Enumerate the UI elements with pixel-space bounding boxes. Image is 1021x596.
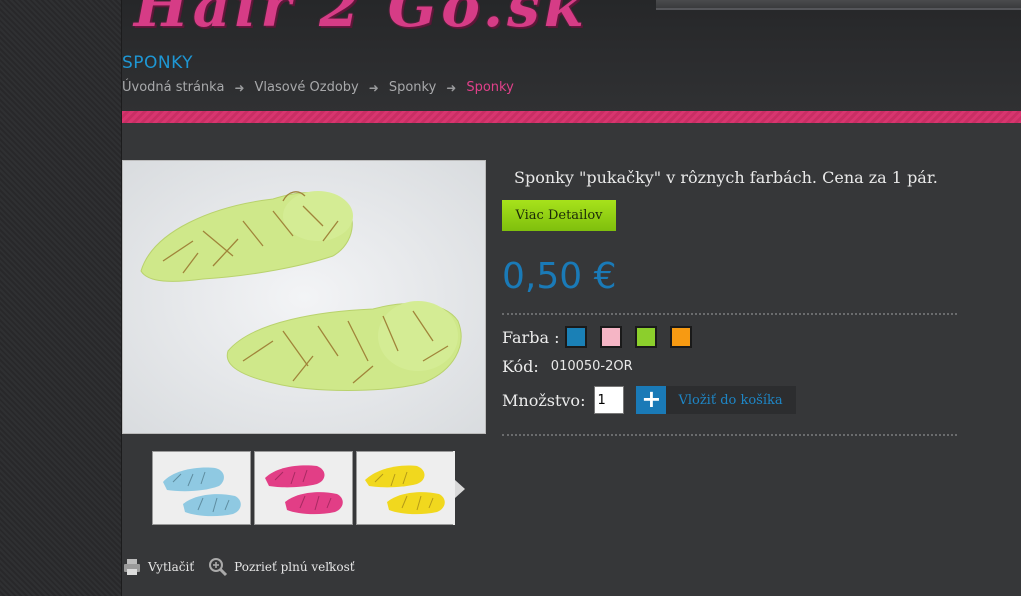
breadcrumb-arrow-icon: ➜ [234,80,245,95]
top-navigation-bar [656,0,1021,10]
page-title: SPONKY [122,53,194,73]
breadcrumb-home[interactable]: Úvodná stránka [122,80,224,95]
yellow-hairclip-image [357,452,454,524]
color-swatch-pink[interactable] [600,326,623,348]
image-actions: Vytlačiť Pozrieť plnú veľkosť [122,557,355,577]
view-full-size-button[interactable]: Pozrieť plnú veľkosť [208,557,355,577]
color-swatches [565,326,693,348]
color-swatch-orange[interactable] [670,326,693,348]
product-price: 0,50 € [502,256,617,297]
add-to-cart-button[interactable]: + Vložiť do košíka [636,386,796,414]
chevron-right-icon[interactable] [455,480,465,498]
left-background [0,0,122,596]
breadcrumb-arrow-icon: ➜ [368,80,379,95]
site-logo[interactable]: Hair 2 Go.sk [134,0,588,40]
print-button[interactable]: Vytlačiť [122,557,194,577]
green-hairclips-image [123,161,485,433]
code-label: Kód: [502,357,539,376]
thumbnail-pink[interactable] [254,451,353,525]
printer-icon [124,559,140,575]
thumbnail-yellow[interactable] [356,451,455,525]
site-header: Hair 2 Go.sk SPONKY Úvodná stránka ➜ Vla… [122,0,1021,112]
divider [502,313,957,315]
blue-hairclip-image [153,452,250,524]
product-description: Sponky "pukačky" v rôznych farbách. Cena… [514,168,938,187]
product-code-row: Kód: 010050-2OR [502,357,633,376]
breadcrumb-arrow-icon: ➜ [446,80,457,95]
pink-divider-bar [122,111,1021,123]
full-size-label[interactable]: Pozrieť plnú veľkosť [234,560,354,574]
product-main-image[interactable] [122,160,486,434]
plus-icon[interactable]: + [636,386,667,414]
quantity-label: Množstvo: [502,390,586,410]
thumbnail-blue[interactable] [152,451,251,525]
divider [502,434,957,436]
thumbnail-gallery [152,451,455,525]
quantity-input[interactable] [594,386,625,414]
pink-hairclip-image [255,452,352,524]
zoom-in-icon [209,558,228,577]
print-label[interactable]: Vytlačiť [148,560,194,574]
code-value: 010050-2OR [550,359,633,374]
add-to-cart-label[interactable]: Vložiť do košíka [666,393,795,408]
color-swatch-blue[interactable] [565,326,588,348]
quantity-row: Množstvo: + Vložiť do košíka [502,386,796,414]
more-details-button[interactable]: Viac Detailov [502,200,616,231]
breadcrumb-hair-accessories[interactable]: Vlasové Ozdoby [255,80,359,95]
color-label: Farba : [502,327,560,347]
color-swatch-green[interactable] [635,326,658,348]
breadcrumb-current: Sponky [466,80,514,95]
breadcrumb-hairclips[interactable]: Sponky [389,80,436,95]
breadcrumb: Úvodná stránka ➜ Vlasové Ozdoby ➜ Sponky… [122,80,514,95]
main-content: Hair 2 Go.sk SPONKY Úvodná stránka ➜ Vla… [122,0,1021,596]
color-selector: Farba : [502,326,693,348]
